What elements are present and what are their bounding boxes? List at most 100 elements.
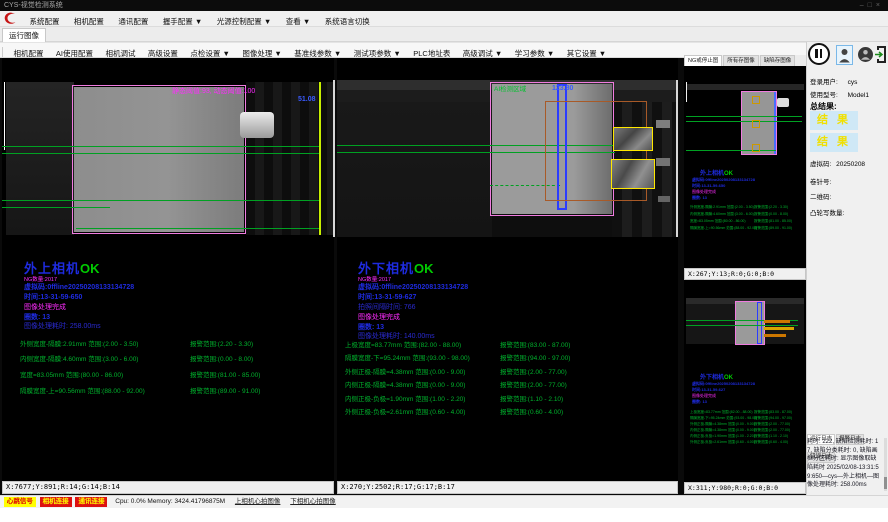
mini-top-edge-line	[686, 82, 687, 102]
mini-top-loops: 圈数: 13	[692, 195, 707, 201]
mini-bottom-loops: 圈数: 13	[692, 399, 707, 405]
mini-top-blue-line	[774, 92, 776, 154]
close-button[interactable]: ×	[876, 2, 884, 9]
qr-code-label: 二维码:	[810, 191, 831, 201]
mini-top-marker-3	[752, 144, 760, 152]
tab-ng-stop-image[interactable]: NG或停止图	[684, 55, 722, 66]
mini-top-connector	[777, 98, 789, 107]
mini-measurement-text: 内侧正极-负极=1.90mm 范围:(1.00 - 2.20)	[690, 434, 755, 439]
alarm-range-text: 报警范围:(89.00 - 91.00)	[190, 385, 260, 395]
current-user-button[interactable]	[836, 45, 853, 65]
left-image-edge-line	[333, 80, 335, 237]
virtual-code-value: 20250208	[836, 161, 865, 168]
left-roi-rect	[72, 85, 246, 234]
mini-alarm-text: 报警范围:(2.00 - 77.00)	[754, 428, 790, 433]
window-titlebar: CYS-视觉检测系统 –□×	[0, 0, 888, 11]
mini-top-baseline-2	[686, 121, 802, 122]
left-measurements: 外侧宽度-隔膜:2.91mm 范围:(2.00 - 3.50) 报警范围:(2.…	[20, 338, 330, 408]
left-image-dark-region	[6, 82, 74, 235]
left-baseline-2	[2, 153, 319, 154]
mini-bottom-marker-3	[764, 334, 786, 337]
login-user-row: 登录用户: cys	[810, 76, 857, 86]
mini-top-band	[686, 84, 804, 90]
tab-running-image[interactable]: 运行图像	[2, 28, 46, 43]
left-baseline-1	[2, 146, 319, 147]
mini-alarm-text: 报警范围:(2.00 - 77.00)	[754, 422, 790, 427]
pin-number-label: 卷针号:	[810, 176, 831, 186]
toolbar-separator	[2, 47, 3, 57]
window-title: CYS-视觉检测系统	[4, 2, 63, 9]
mini-measurement-text: 外侧宽度-隔膜:2.91mm 范围:(2.00 - 3.50)	[690, 205, 754, 210]
pause-button[interactable]	[808, 43, 830, 65]
mini-measurement-text: 外侧正极-隔膜=4.38mm 范围:(0.00 - 9.00)	[690, 422, 755, 427]
alarm-range-text: 报警范围:(1.10 - 2.10)	[500, 393, 563, 403]
bottom-margin	[0, 508, 888, 522]
log-content: 耗时: 222, 缺陷检测耗时: 17, 缺陷分类耗时: 0, 缺陷画框分区耗时…	[807, 438, 882, 491]
upper-camera-heartbeat-link[interactable]: 上相机心拍图像	[235, 496, 281, 508]
mini-bottom-measurements: 上极宽度=83.77mm 范围:(82.00 - 88.00) 报警范围:(83…	[690, 410, 804, 450]
mini-measurement-text: 内侧正极-隔膜=4.38mm 范围:(0.00 - 9.00)	[690, 428, 755, 433]
center-vcode: 虚拟码:0ffline20250208133134728	[358, 282, 468, 292]
center-defect-rect-1	[613, 127, 653, 151]
log-scrollbar[interactable]	[884, 438, 887, 491]
mini-view-tabs: NG或停止图所有存图像缺陷存图像	[684, 55, 806, 66]
mini-measurement-text: 上极宽度=83.77mm 范围:(82.00 - 88.00)	[690, 410, 753, 415]
left-elapsed: 图像处理耗时: 258.00ms	[24, 321, 101, 331]
left-yellowgreen-line	[319, 82, 321, 235]
result-box-1: 结 果	[810, 111, 858, 130]
measurement-text: 上极宽度=83.77mm 范围:(82.00 - 88.00)	[345, 339, 461, 349]
app-logo-icon	[3, 11, 18, 26]
alarm-range-text: 报警范围:(94.00 - 97.00)	[500, 352, 570, 362]
mini-bottom-marker-2	[764, 327, 794, 330]
alarm-range-text: 报警范围:(2.00 - 77.00)	[500, 366, 567, 376]
log-scrollbar-thumb[interactable]	[884, 477, 887, 489]
left-white-edge-line	[4, 82, 5, 150]
measurement-text: 隔膜宽度-上=90.56mm 范围:(88.00 - 92.00)	[20, 385, 145, 395]
mini-alarm-text: 报警范围:(89.00 - 91.00)	[754, 226, 792, 231]
center-done-line: 图像处理完成	[358, 312, 400, 322]
alarm-range-text: 报警范围:(83.00 - 87.00)	[500, 339, 570, 349]
mini-top-title: 外上相机OK	[700, 168, 733, 177]
mini-measurement-text: 隔膜宽度-下=95.24mm 范围:(93.00 - 98.00)	[690, 416, 757, 421]
center-defect-rect-2	[611, 159, 655, 189]
heartbeat-badge: 心跳信号	[4, 497, 36, 507]
window-controls[interactable]: –□×	[860, 0, 884, 11]
mini-bottom-blue-rect	[757, 302, 762, 344]
center-bolt-1	[656, 120, 670, 128]
center-image-edge-line	[676, 80, 678, 237]
minimize-button[interactable]: –	[860, 2, 868, 9]
left-baseline-3	[2, 200, 319, 201]
login-user-label: 登录用户:	[810, 79, 838, 86]
logout-button[interactable]	[875, 45, 888, 64]
alarm-range-text: 报警范围:(81.00 - 85.00)	[190, 369, 260, 379]
center-view-statusbar: X:270;Y:2502;R:17;G:17;B:17	[337, 481, 678, 494]
camera-connect-badge: 相机连接	[40, 497, 72, 507]
virtual-code-label: 虚拟码:	[810, 161, 831, 168]
lower-camera-heartbeat-link[interactable]: 下相机心拍图像	[290, 496, 336, 508]
center-camera-ok-status: OK	[414, 261, 434, 276]
left-measure-tag: 51.08	[298, 96, 316, 103]
maximize-button[interactable]: □	[868, 2, 876, 9]
exit-door-icon	[875, 45, 888, 64]
left-view-statusbar: X:7677;Y:891;R:14;G:14;B:14	[2, 481, 334, 494]
alarm-range-text: 报警范围:(0.60 - 4.00)	[500, 406, 563, 416]
center-ai-region-label: AI检测区域	[494, 83, 526, 93]
measurement-text: 隔膜宽度-下=95.24mm 范围:(93.00 - 98.00)	[345, 352, 470, 362]
left-baseline-4	[2, 207, 110, 208]
left-camera-name: 外上相机	[24, 261, 80, 276]
tab-all-saved-images[interactable]: 所有存图像	[723, 55, 759, 66]
mini-top-statusbar: X:267;Y:13;R:0;G:0;B:0	[684, 268, 806, 280]
tab-defect-saved-images[interactable]: 缺陷存图像	[760, 55, 796, 66]
result-box-2: 结 果	[810, 133, 858, 152]
measurement-text: 宽度=83.05mm 范围:(80.00 - 86.00)	[20, 369, 123, 379]
mini-alarm-text: 报警范围:(2.20 - 3.30)	[754, 205, 788, 210]
mini-alarm-text: 报警范围:(81.00 - 85.00)	[754, 219, 792, 224]
left-camera-ok-status: OK	[80, 261, 100, 276]
user-icon	[837, 46, 852, 64]
user-manager-button[interactable]	[858, 47, 873, 62]
mini-top-marker-2	[752, 120, 760, 128]
mini-alarm-text: 报警范围:(1.10 - 2.10)	[754, 434, 788, 439]
left-connector-part	[240, 112, 274, 138]
log-tabs: 运行日志报警日志错误日志	[807, 427, 887, 437]
model-value: Model1	[848, 92, 869, 99]
